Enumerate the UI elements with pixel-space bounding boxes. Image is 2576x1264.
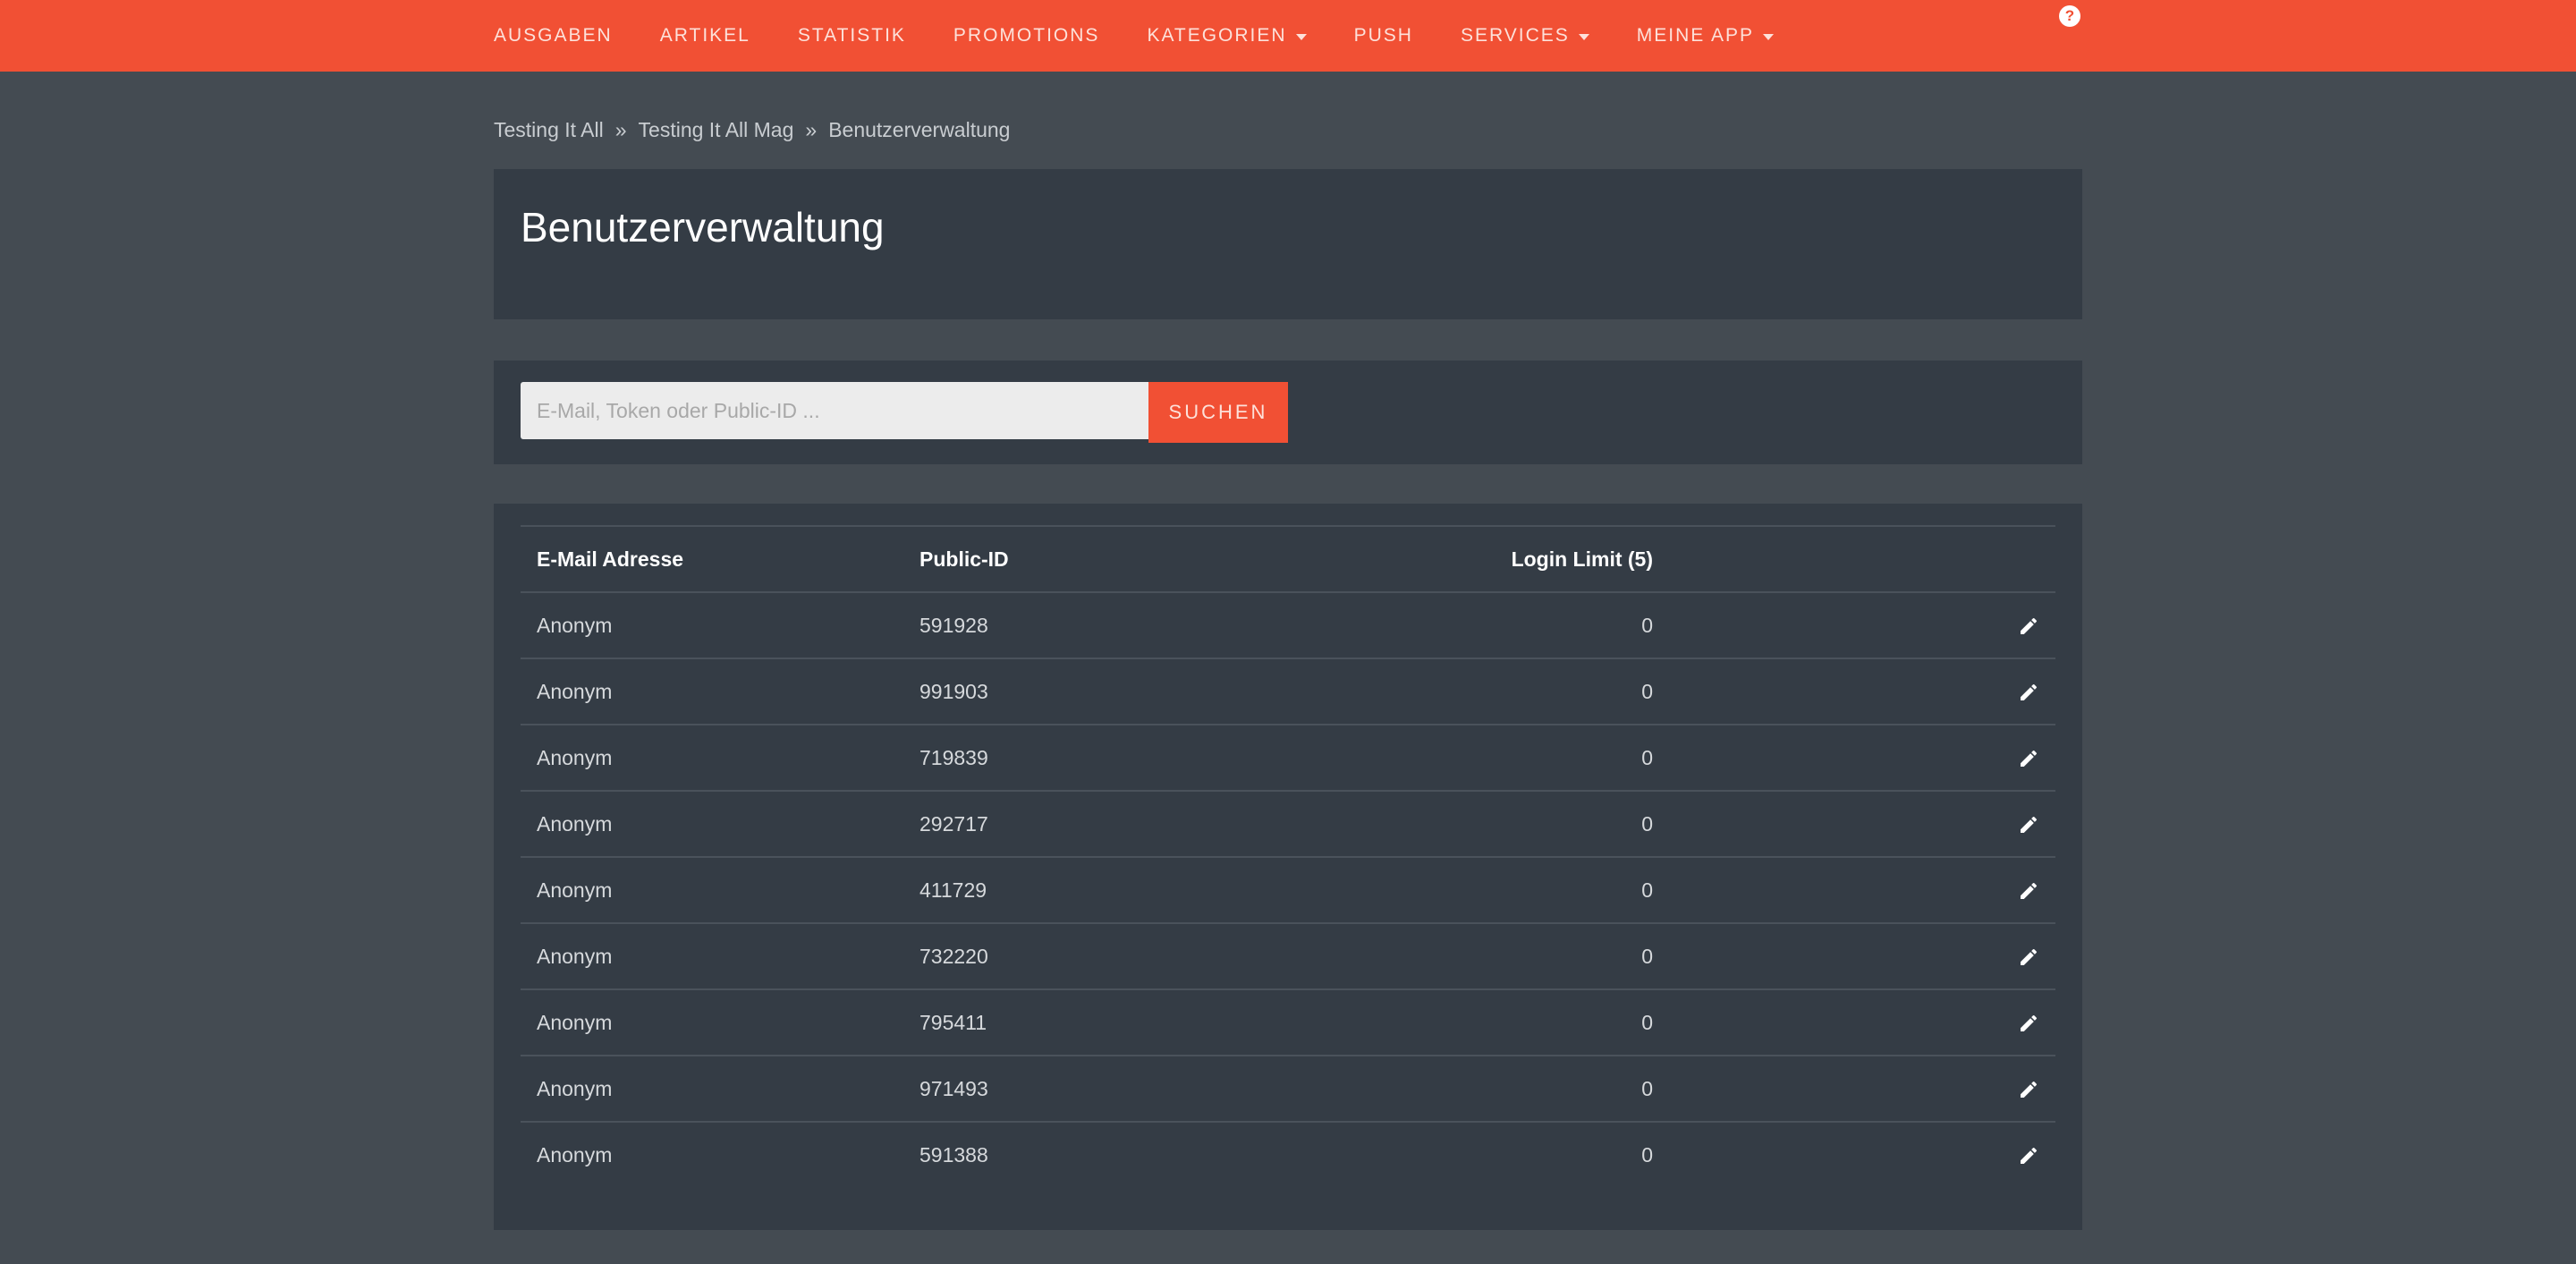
- nav-meine-app[interactable]: MEINE APP: [1637, 25, 1774, 47]
- cell-actions: [1653, 725, 2055, 792]
- nav-statistik[interactable]: STATISTIK: [798, 25, 906, 47]
- table-row: Anonym 292717 0: [521, 791, 2055, 858]
- cell-email: Anonym: [521, 791, 919, 858]
- cell-login-limit: 0: [1474, 1056, 1653, 1123]
- header-email: E-Mail Adresse: [521, 526, 919, 593]
- search-input[interactable]: [521, 382, 1148, 439]
- cell-email: Anonym: [521, 857, 919, 924]
- cell-actions: [1653, 923, 2055, 990]
- cell-login-limit: 0: [1474, 857, 1653, 924]
- cell-actions: [1653, 989, 2055, 1056]
- table-row: Anonym 795411 0: [521, 989, 2055, 1056]
- cell-login-limit: 0: [1474, 791, 1653, 858]
- pencil-icon[interactable]: [2018, 880, 2039, 902]
- pencil-icon[interactable]: [2018, 814, 2039, 836]
- nav-item-label: MEINE APP: [1636, 25, 1754, 46]
- breadcrumb-item: Benutzerverwaltung: [828, 118, 1011, 141]
- table-row: Anonym 591928 0: [521, 592, 2055, 659]
- table-row: Anonym 971493 0: [521, 1056, 2055, 1123]
- breadcrumb-separator: »: [805, 118, 818, 141]
- breadcrumb-item[interactable]: Testing It All: [494, 118, 604, 142]
- nav-artikel[interactable]: ARTIKEL: [660, 25, 750, 47]
- table-row: Anonym 411729 0: [521, 857, 2055, 924]
- nav-menu: AUSGABEN ARTIKEL STATISTIK PROMOTIONS KATEGO…: [494, 0, 1821, 72]
- question-circle-icon[interactable]: ?: [2059, 5, 2080, 27]
- cell-email: Anonym: [521, 658, 919, 725]
- breadcrumb: Testing It All » Testing It All Mag » Benutz…: [494, 118, 1010, 142]
- cell-public-id: 591388: [919, 1142, 988, 1166]
- table-header-row: E-Mail Adresse Public-ID Login Limit (5): [521, 526, 2055, 593]
- cell-public-id: 795411: [919, 989, 1474, 1056]
- page-title: Benutzerverwaltung: [521, 204, 885, 250]
- cell-email: Anonym: [521, 923, 919, 990]
- pencil-icon[interactable]: [2018, 946, 2039, 968]
- nav-item-label: ARTIKEL: [659, 25, 750, 46]
- search-button[interactable]: SUCHEN: [1148, 382, 1288, 443]
- cell-actions: [1653, 592, 2055, 659]
- cell-login-limit: 0: [1474, 923, 1653, 990]
- pencil-icon[interactable]: [2018, 1013, 2039, 1034]
- cell-email: Anonym: [521, 989, 919, 1056]
- title-panel: Benutzerverwaltung: [494, 169, 2082, 319]
- pencil-icon[interactable]: [2018, 1145, 2039, 1166]
- cell-public-id: 591928: [919, 592, 1474, 659]
- cell-public-id: 292717: [919, 791, 1474, 858]
- pencil-icon[interactable]: [2018, 1079, 2039, 1100]
- cell-public-id: 732220: [919, 923, 1474, 990]
- pencil-icon[interactable]: [2018, 682, 2039, 703]
- nav-item-label: PROMOTIONS: [953, 25, 1100, 46]
- nav-ausgaben[interactable]: AUSGABEN: [494, 25, 613, 47]
- cell-login-limit: 0: [1474, 989, 1653, 1056]
- users-table-panel: E-Mail Adresse Public-ID Login Limit (5)…: [494, 504, 2082, 1230]
- cell-actions: [1653, 791, 2055, 858]
- nav-item-label: AUSGABEN: [494, 25, 613, 46]
- header-login-limit: Login Limit (5): [1474, 526, 1653, 593]
- cell-public-id: 719839: [919, 725, 1474, 792]
- cell-email: Anonym: [521, 1056, 919, 1123]
- caret-down-icon: [1578, 33, 1589, 40]
- nav-kategorien[interactable]: KATEGORIEN: [1147, 25, 1307, 47]
- cell-actions: [1653, 1122, 2055, 1187]
- caret-down-icon: [1762, 33, 1774, 40]
- cell-login-limit: 0: [1474, 592, 1653, 659]
- table-row: Anonym 719839 0: [521, 725, 2055, 792]
- table-body: Anonym 591928 0 Anonym 991903 0 Anonym 719839 0 A…: [521, 592, 2055, 1187]
- breadcrumb-item[interactable]: Testing It All Mag: [639, 118, 794, 142]
- table-row: Anonym 732220 0: [521, 923, 2055, 990]
- header-public-id: Public-ID: [919, 526, 1474, 593]
- nav-item-label: STATISTIK: [797, 25, 906, 46]
- cell-login-limit: 0: [1474, 658, 1653, 725]
- cell-actions: [1653, 857, 2055, 924]
- table-row: Anonym 991903 0: [521, 658, 2055, 725]
- cell-actions: [1653, 1056, 2055, 1123]
- header-actions: [1653, 526, 2055, 593]
- nav-promotions[interactable]: PROMOTIONS: [953, 25, 1100, 47]
- cell-login-limit: 0: [1474, 725, 1653, 792]
- pencil-icon[interactable]: [2018, 615, 2039, 637]
- cell-email: Anonym: [521, 725, 919, 792]
- caret-down-icon: [1295, 33, 1307, 40]
- cell-public-id: 411729: [919, 857, 1474, 924]
- breadcrumb-separator: »: [614, 118, 627, 141]
- nav-item-label: KATEGORIEN: [1147, 25, 1287, 46]
- users-table: E-Mail Adresse Public-ID Login Limit (5)…: [521, 525, 2055, 1187]
- nav-item-label: PUSH: [1353, 25, 1413, 46]
- search-panel: SUCHEN: [494, 361, 2082, 464]
- cell-actions: [1653, 658, 2055, 725]
- cell-email: Anonym: [521, 592, 919, 659]
- top-navbar: AUSGABEN ARTIKEL STATISTIK PROMOTIONS KATEGO…: [0, 0, 2576, 72]
- cell-login-limit: 0: [1641, 1142, 1653, 1166]
- nav-services[interactable]: SERVICES: [1461, 25, 1589, 47]
- nav-item-label: SERVICES: [1460, 25, 1570, 46]
- cell-email: Anonym: [537, 1142, 613, 1166]
- cell-public-id: 971493: [919, 1056, 1474, 1123]
- nav-push[interactable]: PUSH: [1354, 25, 1413, 47]
- pencil-icon[interactable]: [2018, 748, 2039, 769]
- cell-public-id: 991903: [919, 658, 1474, 725]
- table-row: Anonym 591388 0: [521, 1122, 2055, 1187]
